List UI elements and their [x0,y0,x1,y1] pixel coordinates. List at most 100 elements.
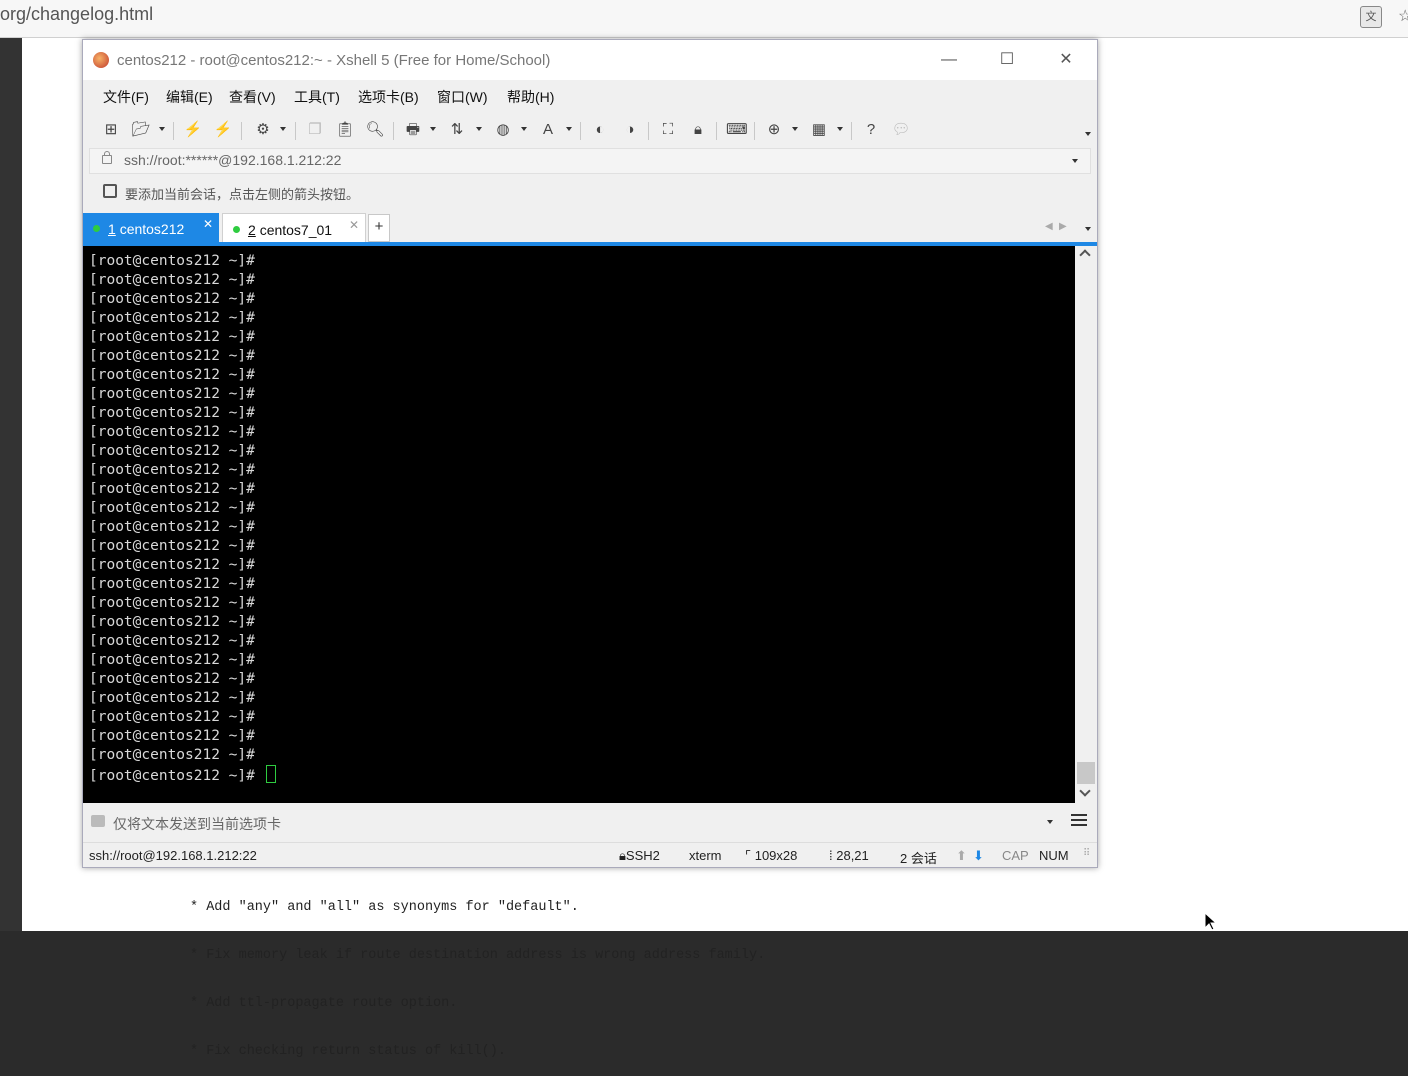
tab-scroll-right-icon[interactable]: ▶ [1059,221,1067,232]
transfer-icon[interactable]: ⇅ [447,120,467,140]
font-dropdown-icon[interactable] [566,127,572,131]
lock-icon[interactable]: 🔒︎ [688,120,708,140]
terminal-line: [root@centos212 ~]# [89,291,255,307]
keyboard-icon[interactable]: ⌨ [726,120,748,140]
toolbar-separator [754,122,755,140]
terminal-line: [root@centos212 ~]# [89,671,255,687]
terminal-line: [root@centos212 ~]# [89,557,255,573]
fullscreen-icon[interactable]: ⛶ [658,120,678,140]
help-icon[interactable]: ? [861,120,881,140]
toolbar-separator [648,122,649,140]
new-session-icon[interactable]: ⊞ [101,120,121,140]
open-dropdown-icon[interactable] [159,127,165,131]
xshell-app-icon [93,52,109,68]
terminal-prompt-line: [root@centos212 ~]# [89,765,276,784]
tab-list-dropdown-icon[interactable] [1085,227,1091,231]
paste-icon[interactable]: 📋︎ [335,120,355,140]
maximize-button[interactable]: ☐ [987,48,1027,72]
tab-scroll-left-icon[interactable]: ◀ [1045,221,1053,232]
scroll-up-arrow-icon[interactable] [1079,249,1091,261]
menu-window[interactable]: 窗口(W) [437,87,488,107]
tab-centos7-01[interactable]: 2 centos7_01 ✕ [222,213,366,243]
changelog-line: * Fix checking return status of kill(). [190,1044,506,1059]
properties-icon[interactable]: ⚙ [253,120,273,140]
disconnect-icon[interactable]: ⚡ [213,120,233,140]
layout-dropdown-icon[interactable] [837,127,843,131]
transfer-dropdown-icon[interactable] [476,127,482,131]
toolbar-separator [393,122,394,140]
add-tab-button[interactable]: + [368,214,390,242]
properties-dropdown-icon[interactable] [280,127,286,131]
status-terminal-type: xterm [689,848,722,863]
terminal-line: [root@centos212 ~]# [89,253,255,269]
session-address[interactable]: ssh://root:******@192.168.1.212:22 [124,152,341,168]
translate-icon[interactable]: 文 [1360,6,1382,28]
browser-toolbar: org/changelog.html 文 ☆ [0,0,1408,38]
close-button[interactable]: ✕ [1046,48,1086,72]
toolbar-separator [241,122,242,140]
encoding-dropdown-icon[interactable] [521,127,527,131]
menu-tools[interactable]: 工具(T) [294,87,340,107]
open-folder-icon[interactable]: 📂︎ [131,120,151,140]
send-target-text[interactable]: 仅将文本发送到当前选项卡 [113,814,281,834]
terminal-line: [root@centos212 ~]# [89,652,255,668]
menu-edit[interactable]: 编辑(E) [166,87,213,107]
terminal-scrollbar[interactable] [1075,246,1097,803]
terminal-screen[interactable]: [root@centos212 ~]# [root@centos212 ~]# … [83,246,1075,803]
scrollbar-thumb[interactable] [1077,762,1095,784]
menu-file[interactable]: 文件(F) [103,87,149,107]
globe-icon[interactable]: ◍ [493,120,513,140]
menu-help[interactable]: 帮助(H) [507,87,554,107]
session-hint-bar: 要添加当前会话，点击左侧的箭头按钮。 [89,178,1089,206]
tab-number: 2 [248,222,256,238]
layout-icon[interactable]: ▦ [809,120,829,140]
title-bar[interactable]: centos212 - root@centos212:~ - Xshell 5 … [83,40,1097,80]
menu-view[interactable]: 查看(V) [229,87,276,107]
status-bar: ssh://root@192.168.1.212:22 🔒︎SSH2 xterm… [83,842,1097,867]
print-dropdown-icon[interactable] [430,127,436,131]
window-title: centos212 - root@centos212:~ - Xshell 5 … [117,52,551,69]
copy-icon[interactable]: ❐ [305,120,325,140]
terminal-line: [root@centos212 ~]# [89,633,255,649]
new-tab-icon[interactable]: ⊕ [764,120,784,140]
terminal-cursor [265,765,276,783]
address-bar[interactable]: ssh://root:******@192.168.1.212:22 [89,148,1091,174]
send-target-dropdown-icon[interactable] [1047,820,1053,824]
scroll-down-arrow-icon[interactable] [1079,785,1091,797]
page-background [1096,38,1408,931]
find-icon[interactable]: 🔍︎ [365,120,385,140]
font-icon[interactable]: A [538,120,558,140]
page-margin [0,38,22,931]
add-session-arrow-icon[interactable] [103,184,117,198]
print-icon[interactable]: 🖶 [403,120,423,140]
bookmark-star-icon[interactable]: ☆ [1398,6,1408,26]
tab-close-icon[interactable]: ✕ [349,218,359,232]
tab-close-icon[interactable]: ✕ [203,217,213,231]
address-bar-url[interactable]: org/changelog.html [0,4,153,25]
resize-grip-icon[interactable]: ⠿ [1083,848,1090,859]
terminal-line: [root@centos212 ~]# [89,500,255,516]
minimize-button[interactable]: — [929,48,969,72]
chat-icon[interactable]: 💬︎ [891,120,911,140]
new-tab-dropdown-icon[interactable] [792,127,798,131]
compose-bar: 仅将文本发送到当前选项卡 [83,808,1097,836]
terminal-line: [root@centos212 ~]# [89,690,255,706]
status-connection: ssh://root@192.168.1.212:22 [89,848,257,863]
xmanager-icon[interactable]: ◑ [620,120,640,140]
size-icon: ⌜ [745,848,755,863]
terminal-line: [root@centos212 ~]# [89,481,255,497]
status-size: ⌜ 109x28 [745,848,797,864]
changelog-line: * Add "any" and "all" as synonyms for "d… [190,900,579,915]
reconnect-icon[interactable]: ⚡ [183,120,203,140]
connected-status-icon [93,225,100,232]
menu-tab[interactable]: 选项卡(B) [358,87,419,107]
tab-centos212[interactable]: 1 centos212 ✕ [83,213,219,243]
toolbar-overflow-icon[interactable] [1085,132,1091,136]
terminal-output: [root@centos212 ~]# [root@centos212 ~]# … [89,252,276,784]
tab-number: 1 [108,221,116,237]
hamburger-menu-icon[interactable] [1071,814,1087,828]
xftp-icon[interactable]: ◐ [590,120,610,140]
address-dropdown-icon[interactable] [1072,159,1078,163]
menu-bar: 文件(F) 编辑(E) 查看(V) 工具(T) 选项卡(B) 窗口(W) 帮助(… [83,82,1097,110]
terminal-line: [root@centos212 ~]# [89,367,255,383]
